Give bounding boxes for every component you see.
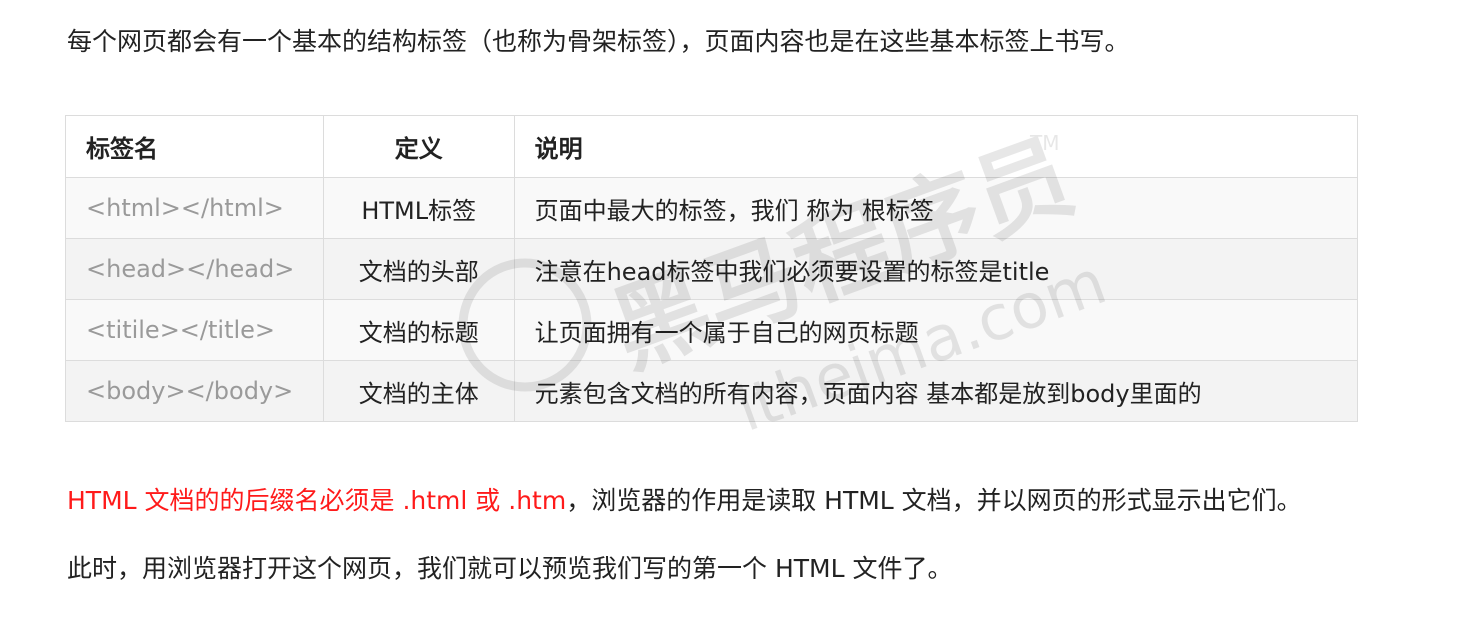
intro-paragraph: 每个网页都会有一个基本的结构标签（也称为骨架标签），页面内容也是在这些基本标签上… [67,27,1130,56]
header-definition: 定义 [322,115,515,178]
definition-cell: HTML标签 [322,177,515,239]
table-header-row: 标签名 定义 说明 [65,115,1359,178]
description-cell: 页面中最大的标签，我们 称为 根标签 [513,177,1359,239]
tag-cell: <body></body> [65,360,324,422]
description-cell: 元素包含文档的所有内容，页面内容 基本都是放到body里面的 [513,360,1359,422]
definition-cell: 文档的标题 [322,299,515,361]
structure-tags-table: 标签名 定义 说明 <html></html> HTML标签 页面中最大的标签，… [65,115,1359,422]
definition-cell: 文档的头部 [322,238,515,300]
table-row: <body></body> 文档的主体 元素包含文档的所有内容，页面内容 基本都… [65,360,1359,422]
description-cell: 注意在head标签中我们必须要设置的标签是title [513,238,1359,300]
header-description: 说明 [513,115,1359,178]
table-row: <head></head> 文档的头部 注意在head标签中我们必须要设置的标签… [65,238,1359,300]
extension-rest: ，浏览器的作用是读取 HTML 文档，并以网页的形式显示出它们。 [566,486,1302,515]
extension-highlight: HTML 文档的的后缀名必须是 .html 或 .htm [67,486,567,515]
table-row: <titile></title> 文档的标题 让页面拥有一个属于自己的网页标题 [65,299,1359,361]
tag-cell: <head></head> [65,238,324,300]
tag-cell: <titile></title> [65,299,324,361]
table-row: <html></html> HTML标签 页面中最大的标签，我们 称为 根标签 [65,177,1359,239]
description-cell: 让页面拥有一个属于自己的网页标题 [513,299,1359,361]
tag-cell: <html></html> [65,177,324,239]
open-file-paragraph: 此时，用浏览器打开这个网页，我们就可以预览我们写的第一个 HTML 文件了。 [67,554,953,583]
extension-paragraph: HTML 文档的的后缀名必须是 .html 或 .htm，浏览器的作用是读取 H… [67,485,1302,517]
header-tag-name: 标签名 [65,115,324,178]
definition-cell: 文档的主体 [322,360,515,422]
